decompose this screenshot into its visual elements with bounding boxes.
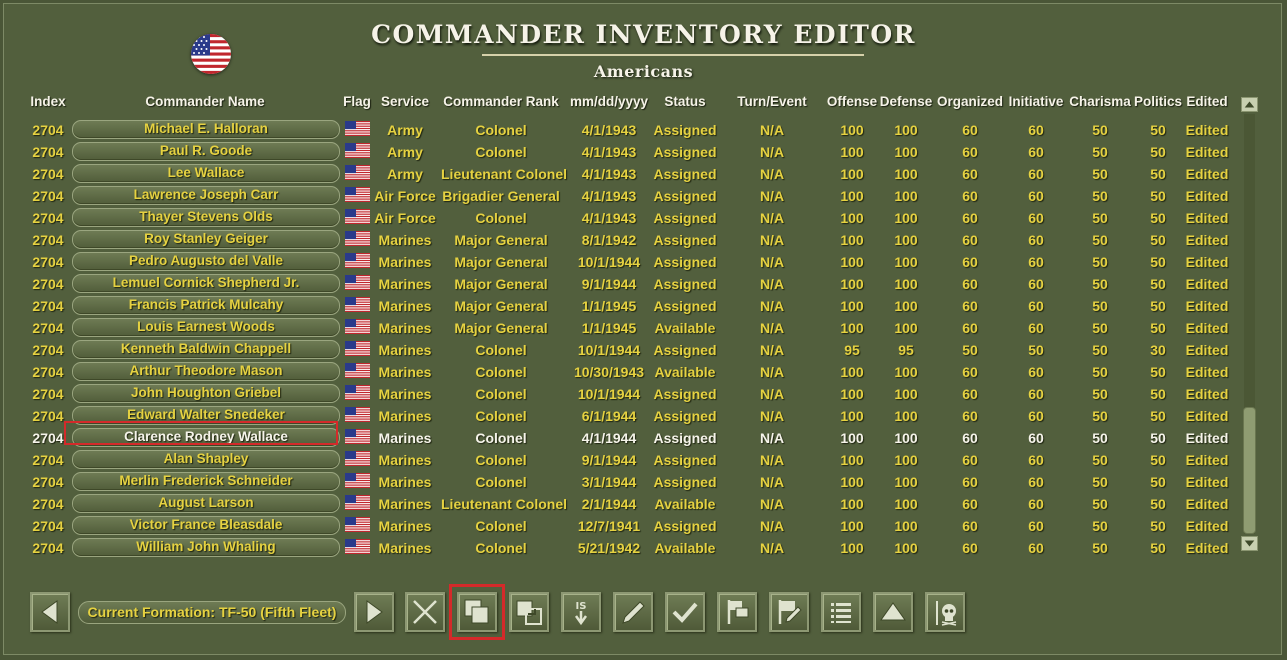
- commander-name-button[interactable]: Francis Patrick Mulcahy: [72, 296, 340, 315]
- table-row[interactable]: 2704 August Larson Marines Lieutenant Colon…: [0, 493, 1240, 515]
- commander-name-button[interactable]: Roy Stanley Geiger: [72, 230, 340, 249]
- is-sort-button[interactable]: IS: [561, 592, 601, 632]
- table-row[interactable]: 2704 Clarence Rodney Wallace Marines Colone…: [0, 421, 1240, 449]
- header-index[interactable]: Index: [0, 94, 113, 109]
- flag-button[interactable]: [717, 592, 757, 632]
- commander-name-button[interactable]: Paul R. Goode: [72, 142, 340, 161]
- commander-name-button[interactable]: Arthur Theodore Mason: [72, 362, 340, 381]
- delete-button[interactable]: [405, 592, 445, 632]
- pencil-icon: [622, 601, 645, 624]
- commander-name-button[interactable]: Pedro Augusto del Valle: [72, 252, 340, 271]
- cell-commander-rank: Colonel: [475, 210, 527, 226]
- cell-commander-rank: Lieutenant Colonel: [441, 166, 567, 182]
- cell-commander-rank: Colonel: [475, 430, 527, 446]
- swap-button[interactable]: [509, 592, 549, 632]
- table-row[interactable]: 2704 Kenneth Baldwin Chappell Marines Colon…: [0, 339, 1240, 361]
- flags-icon: [727, 600, 749, 624]
- commander-name-button[interactable]: August Larson: [72, 494, 340, 513]
- prev-formation-button[interactable]: [30, 592, 70, 632]
- commander-name-button[interactable]: Michael E. Halloran: [72, 120, 340, 139]
- triangle-left-icon: [41, 600, 58, 624]
- triangle-up-icon: [880, 602, 906, 621]
- commander-name-button[interactable]: John Houghton Griebel: [72, 384, 340, 403]
- swap-squares-icon: [516, 600, 542, 625]
- selection-highlight: [64, 421, 338, 445]
- commander-name-button[interactable]: William John Whaling: [72, 538, 340, 557]
- cell-commander-rank: Colonel: [475, 364, 527, 380]
- commander-name-button[interactable]: Louis Earnest Woods: [72, 318, 340, 337]
- page-title: COMMANDER INVENTORY EDITOR: [371, 20, 916, 49]
- table-row[interactable]: 2704 Lee Wallace Army Lieutenant Colonel 4/1…: [0, 163, 1240, 185]
- commander-name-button[interactable]: Alan Shapley: [72, 450, 340, 469]
- cell-commander-rank: Brigadier General: [442, 188, 560, 204]
- table-row[interactable]: 2704 Lawrence Joseph Carr Air Force Brigadi…: [0, 185, 1240, 207]
- cell-commander-rank: Lieutenant Colonel: [441, 496, 567, 512]
- kill-button[interactable]: [925, 592, 965, 632]
- table-row[interactable]: 2704 Pedro Augusto del Valle Marines Major …: [0, 251, 1240, 273]
- cell-commander-rank: Colonel: [475, 122, 527, 138]
- table-row[interactable]: 2704 Merlin Frederick Schneider Marines Col…: [0, 471, 1240, 493]
- svg-text:IS: IS: [576, 601, 587, 612]
- cell-commander-rank: Colonel: [475, 474, 527, 490]
- table-row[interactable]: 2704 Alan Shapley Marines Colonel 9/1/1944 As…: [0, 449, 1240, 471]
- commander-name-button[interactable]: Lawrence Joseph Carr: [72, 186, 340, 205]
- copy-squares-icon: [464, 599, 489, 624]
- confirm-button[interactable]: [665, 592, 705, 632]
- cell-commander-rank: Major General: [454, 232, 548, 248]
- commander-name-button[interactable]: Lemuel Cornick Shepherd Jr.: [72, 274, 340, 293]
- checkmark-icon: [672, 602, 698, 623]
- commander-name-button[interactable]: Thayer Stevens Olds: [72, 208, 340, 227]
- edit-flag-button[interactable]: [769, 592, 809, 632]
- list-button[interactable]: [821, 592, 861, 632]
- triangle-right-icon: [366, 600, 383, 624]
- cell-commander-rank: Colonel: [475, 144, 527, 160]
- commander-name-button[interactable]: Victor France Bleasdale: [72, 516, 340, 535]
- table-row[interactable]: 2704 Arthur Theodore Mason Marines Colonel 1…: [0, 361, 1240, 383]
- x-icon: [413, 600, 437, 624]
- scrollbar-thumb[interactable]: [1243, 407, 1256, 534]
- commander-name-button[interactable]: Kenneth Baldwin Chappell: [72, 340, 340, 359]
- commander-name-button[interactable]: Lee Wallace: [72, 164, 340, 183]
- commander-name-button[interactable]: Merlin Frederick Schneider: [72, 472, 340, 491]
- header-commander-name[interactable]: Commander Name: [140, 94, 270, 109]
- cell-commander-rank: Major General: [454, 254, 548, 270]
- table-row[interactable]: 2704 Francis Patrick Mulcahy Marines Major …: [0, 295, 1240, 317]
- cell-commander-rank: Major General: [454, 276, 548, 292]
- cell-commander-rank: Major General: [454, 298, 548, 314]
- nation-subtitle: Americans: [593, 62, 694, 81]
- scroll-up-button[interactable]: [1241, 97, 1258, 112]
- cell-commander-rank: Colonel: [475, 540, 527, 556]
- cell-commander-rank: Colonel: [475, 452, 527, 468]
- table-row[interactable]: 2704 Victor France Bleasdale Marines Colone…: [0, 515, 1240, 537]
- cell-commander-rank: Major General: [454, 320, 548, 336]
- cell-commander-rank: Colonel: [475, 386, 527, 402]
- cell-commander-rank: Colonel: [475, 408, 527, 424]
- is-down-arrow-icon: IS: [574, 601, 588, 626]
- table-row[interactable]: 2704 Michael E. Halloran Army Colonel 4/1/19…: [0, 119, 1240, 141]
- table-scrollbar[interactable]: [1241, 97, 1258, 551]
- move-up-button[interactable]: [873, 592, 913, 632]
- current-formation-selector[interactable]: Current Formation: TF-50 (Fifth Fleet): [78, 601, 346, 624]
- table-row[interactable]: 2704 William John Whaling Marines Colonel 5/…: [0, 537, 1240, 559]
- table-row[interactable]: 2704 Paul R. Goode Army Colonel 4/1/1943 Assi…: [0, 141, 1240, 163]
- skull-icon: [936, 601, 957, 626]
- table-row[interactable]: 2704 Lemuel Cornick Shepherd Jr. Marines Ma…: [0, 273, 1240, 295]
- list-icon: [831, 603, 851, 623]
- cell-commander-rank: Colonel: [475, 342, 527, 358]
- title-underline: [482, 54, 864, 56]
- table-row[interactable]: 2704 Thayer Stevens Olds Air Force Colonel 4…: [0, 207, 1240, 229]
- edit-pencil-button[interactable]: [613, 592, 653, 632]
- table-row[interactable]: 2704 Louis Earnest Woods Marines Major Gene…: [0, 317, 1240, 339]
- duplicate-button[interactable]: [449, 584, 505, 640]
- table-row[interactable]: 2704 John Houghton Griebel Marines Colonel 1…: [0, 383, 1240, 405]
- flag-pencil-icon: [778, 600, 802, 624]
- cell-commander-rank: Colonel: [475, 518, 527, 534]
- table-row[interactable]: 2704 Roy Stanley Geiger Marines Major Gener…: [0, 229, 1240, 251]
- scroll-down-button[interactable]: [1241, 536, 1258, 551]
- next-formation-button[interactable]: [354, 592, 394, 632]
